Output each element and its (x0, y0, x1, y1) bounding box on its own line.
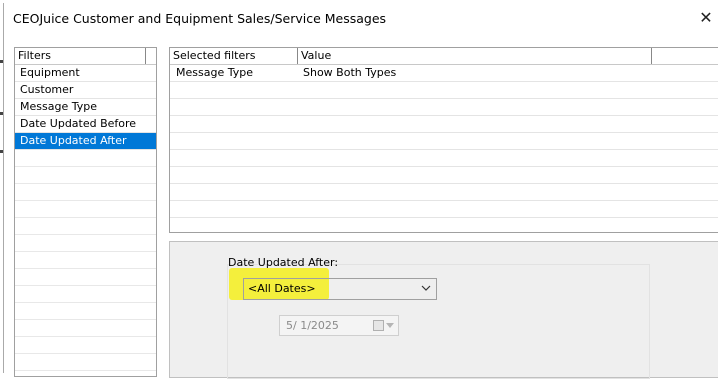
date-picker[interactable]: 5/ 1/2025 (279, 315, 399, 336)
list-item-empty (15, 320, 156, 337)
filter-item-date-updated-before[interactable]: Date Updated Before (15, 116, 156, 133)
chevron-down-icon (386, 323, 394, 328)
table-row-empty (170, 116, 718, 133)
list-item-empty (15, 167, 156, 184)
table-row-empty (170, 150, 718, 167)
filter-item-customer[interactable]: Customer (15, 82, 156, 99)
list-item-empty (15, 218, 156, 235)
filters-list[interactable]: Filters Equipment Customer Message Type … (14, 47, 157, 377)
table-row-empty (170, 184, 718, 201)
window-title: CEOJuice Customer and Equipment Sales/Se… (13, 11, 387, 26)
list-item-empty (15, 235, 156, 252)
table-row[interactable]: Message Type Show Both Types (170, 65, 718, 82)
cell-filter: Message Type (176, 66, 253, 79)
table-row-empty (170, 133, 718, 150)
table-row-empty (170, 167, 718, 184)
title-bar: CEOJuice Customer and Equipment Sales/Se… (4, 3, 718, 33)
cell-value: Show Both Types (303, 66, 397, 79)
table-row-empty (170, 82, 718, 99)
list-item-empty (15, 303, 156, 320)
filter-item-equipment[interactable]: Equipment (15, 65, 156, 82)
column-header-selected-filters[interactable]: Selected filters (173, 49, 256, 62)
list-item-empty (15, 337, 156, 354)
list-item-empty (15, 286, 156, 303)
close-icon[interactable]: ✕ (695, 7, 717, 29)
filters-header-label: Filters (18, 49, 51, 62)
table-row-empty (170, 201, 718, 218)
filter-options-panel: Date Updated After: <All Dates> 5/ 1/202… (169, 241, 718, 379)
table-row-empty (170, 218, 718, 232)
chevron-down-icon (421, 285, 431, 291)
list-item-empty (15, 201, 156, 218)
selected-filters-grid[interactable]: Selected filters Value Message Type Show… (169, 47, 718, 233)
date-value: 5/ 1/2025 (286, 319, 339, 332)
column-separator (651, 48, 652, 64)
list-item-empty (15, 150, 156, 167)
list-item-empty (15, 354, 156, 371)
filters-header[interactable]: Filters (15, 48, 156, 65)
column-separator (297, 48, 298, 64)
calendar-icon (373, 320, 384, 331)
dialog-window: CEOJuice Customer and Equipment Sales/Se… (3, 3, 718, 379)
filter-item-date-updated-after[interactable]: Date Updated After (15, 133, 156, 150)
table-row-empty (170, 99, 718, 116)
grid-header: Selected filters Value (170, 48, 718, 65)
column-separator (145, 48, 146, 64)
dropdown-value: <All Dates> (248, 282, 316, 295)
filter-item-message-type[interactable]: Message Type (15, 99, 156, 116)
date-range-dropdown[interactable]: <All Dates> (243, 278, 437, 300)
column-header-value[interactable]: Value (301, 49, 331, 62)
list-item-empty (15, 269, 156, 286)
list-item-empty (15, 252, 156, 269)
list-item-empty (15, 184, 156, 201)
